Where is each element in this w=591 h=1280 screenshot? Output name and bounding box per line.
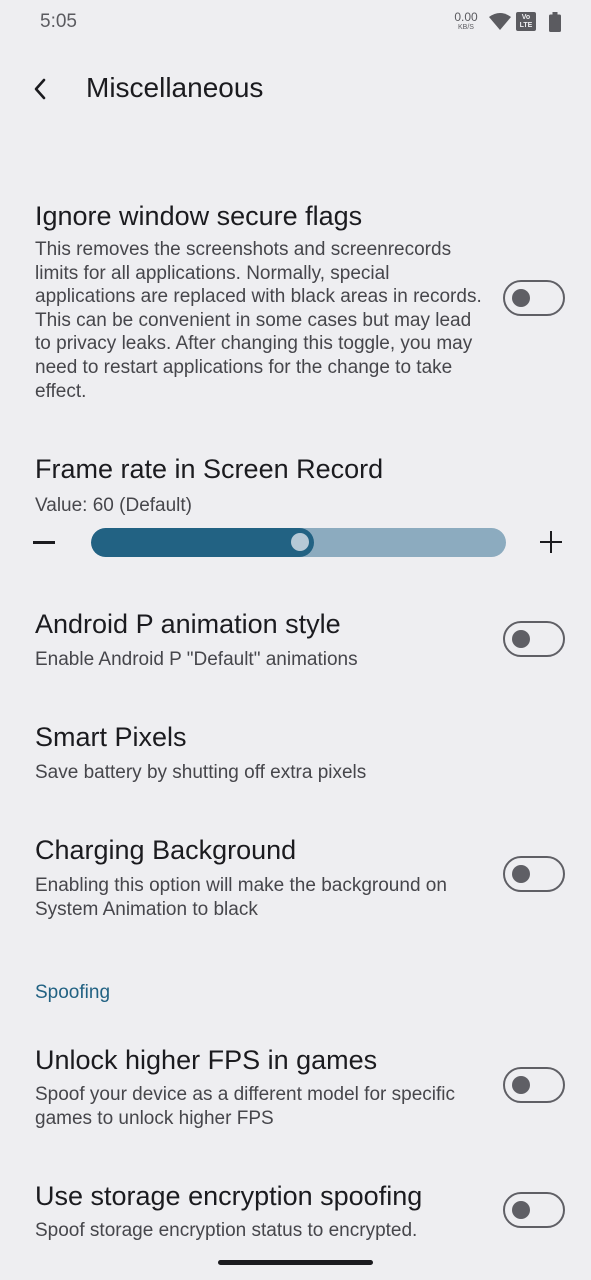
pref-charging-background[interactable]: Charging Background Enabling this option… [0,825,591,935]
pref-summary: Save battery by shutting off extra pixel… [35,762,367,783]
network-speed: 0.00 KB/S [451,11,481,31]
pref-title: Unlock higher FPS in games [35,1045,378,1075]
gesture-nav-handle[interactable] [218,1260,373,1265]
pref-unlock-higher-fps[interactable]: Unlock higher FPS in games Spoof your de… [0,1035,591,1145]
pref-title: Frame rate in Screen Record [35,454,384,484]
battery-icon [549,12,561,32]
pref-android-p-animation[interactable]: Android P animation style Enable Android… [0,600,591,690]
pref-summary: This removes the screenshots and screenr… [35,239,482,402]
switch-thumb [512,1201,530,1219]
chevron-left-icon [34,78,46,100]
pref-summary: Enabling this option will make the backg… [35,875,447,920]
pref-title: Use storage encryption spoofing [35,1181,423,1211]
volte-top-label: Vo [521,14,531,21]
wifi-icon [489,13,511,30]
switch-thumb [512,1076,530,1094]
charging-background-switch[interactable] [503,856,565,892]
section-header-spoofing: Spoofing [35,982,111,1003]
frame-rate-slider-fill [91,528,314,557]
volte-icon: Vo LTE [516,12,536,31]
network-speed-unit: KB/S [458,24,474,31]
switch-thumb [512,630,530,648]
volte-bottom-label: LTE [519,22,533,29]
unlock-higher-fps-switch[interactable] [503,1067,565,1103]
pref-ignore-secure-flags[interactable]: Ignore window secure flags This removes … [0,190,591,415]
ignore-secure-flags-switch[interactable] [503,280,565,316]
switch-thumb [512,289,530,307]
pref-title: Charging Background [35,835,297,865]
pref-storage-encryption-spoofing[interactable]: Use storage encryption spoofing Spoof st… [0,1172,591,1252]
frame-rate-slider-thumb[interactable] [291,533,309,551]
android-p-animation-switch[interactable] [503,621,565,657]
pref-summary: Spoof storage encryption status to encry… [35,1220,418,1241]
slider-increase-button[interactable] [540,531,562,553]
page-title: Miscellaneous [86,72,264,103]
status-time: 5:05 [40,11,77,32]
status-bar: 5:05 0.00 KB/S Vo LTE [0,0,591,44]
pref-summary: Enable Android P "Default" animations [35,649,358,670]
pref-frame-rate: Frame rate in Screen Record Value: 60 (D… [0,440,591,580]
switch-thumb [512,865,530,883]
network-speed-value: 0.00 [454,10,478,24]
pref-title: Android P animation style [35,609,341,639]
storage-encryption-spoofing-switch[interactable] [503,1192,565,1228]
minus-icon [33,541,55,544]
pref-title: Smart Pixels [35,722,187,752]
app-bar: Miscellaneous [0,58,591,120]
pref-smart-pixels[interactable]: Smart Pixels Save battery by shutting of… [0,712,591,802]
back-button[interactable] [20,66,60,112]
pref-title: Ignore window secure flags [35,201,363,231]
pref-summary: Value: 60 (Default) [35,495,193,516]
pref-summary: Spoof your device as a different model f… [35,1084,455,1129]
